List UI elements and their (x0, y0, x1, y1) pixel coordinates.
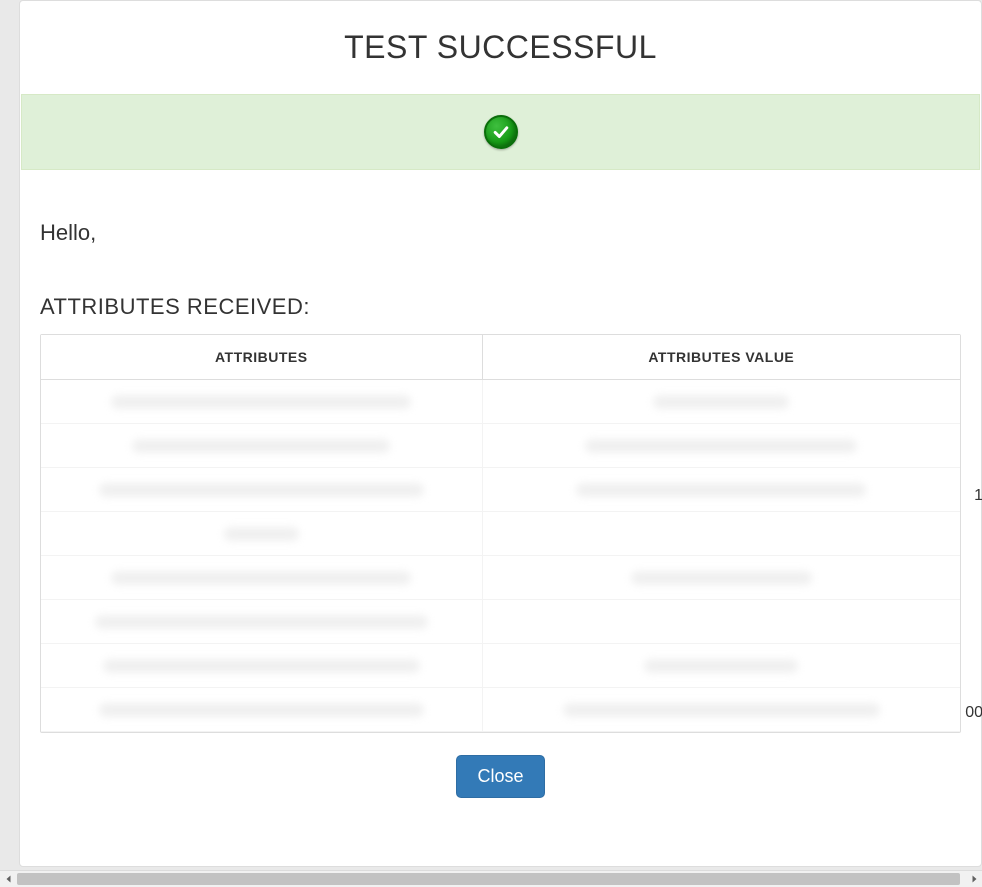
attribute-cell (41, 644, 482, 688)
check-circle-icon (484, 115, 518, 149)
result-card: TEST SUCCESSFUL Hello, ATTRIBUTES RECEIV… (19, 0, 982, 867)
attribute-cell (41, 468, 482, 512)
table-row (41, 424, 960, 468)
attribute-cell (41, 688, 482, 732)
attribute-cell (41, 380, 482, 424)
value-cell (482, 600, 960, 644)
attribute-cell (41, 600, 482, 644)
value-cell (482, 468, 960, 512)
table-row (41, 600, 960, 644)
value-cell (482, 424, 960, 468)
scrollbar-thumb[interactable] (17, 873, 960, 885)
table-row (41, 556, 960, 600)
value-cell (482, 556, 960, 600)
scroll-right-button[interactable] (965, 871, 982, 887)
column-header-attributes: ATTRIBUTES (41, 335, 482, 380)
attribute-cell (41, 512, 482, 556)
table-row (41, 512, 960, 556)
table-row (41, 380, 960, 424)
page-title: TEST SUCCESSFUL (20, 29, 981, 66)
table-row (41, 468, 960, 512)
value-cell (482, 644, 960, 688)
table-row (41, 688, 960, 732)
table-row (41, 644, 960, 688)
scroll-left-button[interactable] (0, 871, 17, 887)
close-button[interactable]: Close (456, 755, 544, 798)
attributes-table: ATTRIBUTES ATTRIBUTES VALUE (40, 334, 961, 733)
value-cell (482, 512, 960, 556)
horizontal-scrollbar[interactable] (0, 870, 982, 887)
scrollbar-track[interactable] (17, 871, 965, 887)
success-banner (21, 94, 980, 170)
value-cell (482, 688, 960, 732)
value-cell (482, 380, 960, 424)
greeting-text: Hello, (40, 220, 961, 246)
attribute-cell (41, 424, 482, 468)
content-area: Hello, ATTRIBUTES RECEIVED: ATTRIBUTES A… (20, 170, 981, 808)
column-header-value: ATTRIBUTES VALUE (482, 335, 960, 380)
attributes-heading: ATTRIBUTES RECEIVED: (40, 294, 961, 320)
attribute-cell (41, 556, 482, 600)
